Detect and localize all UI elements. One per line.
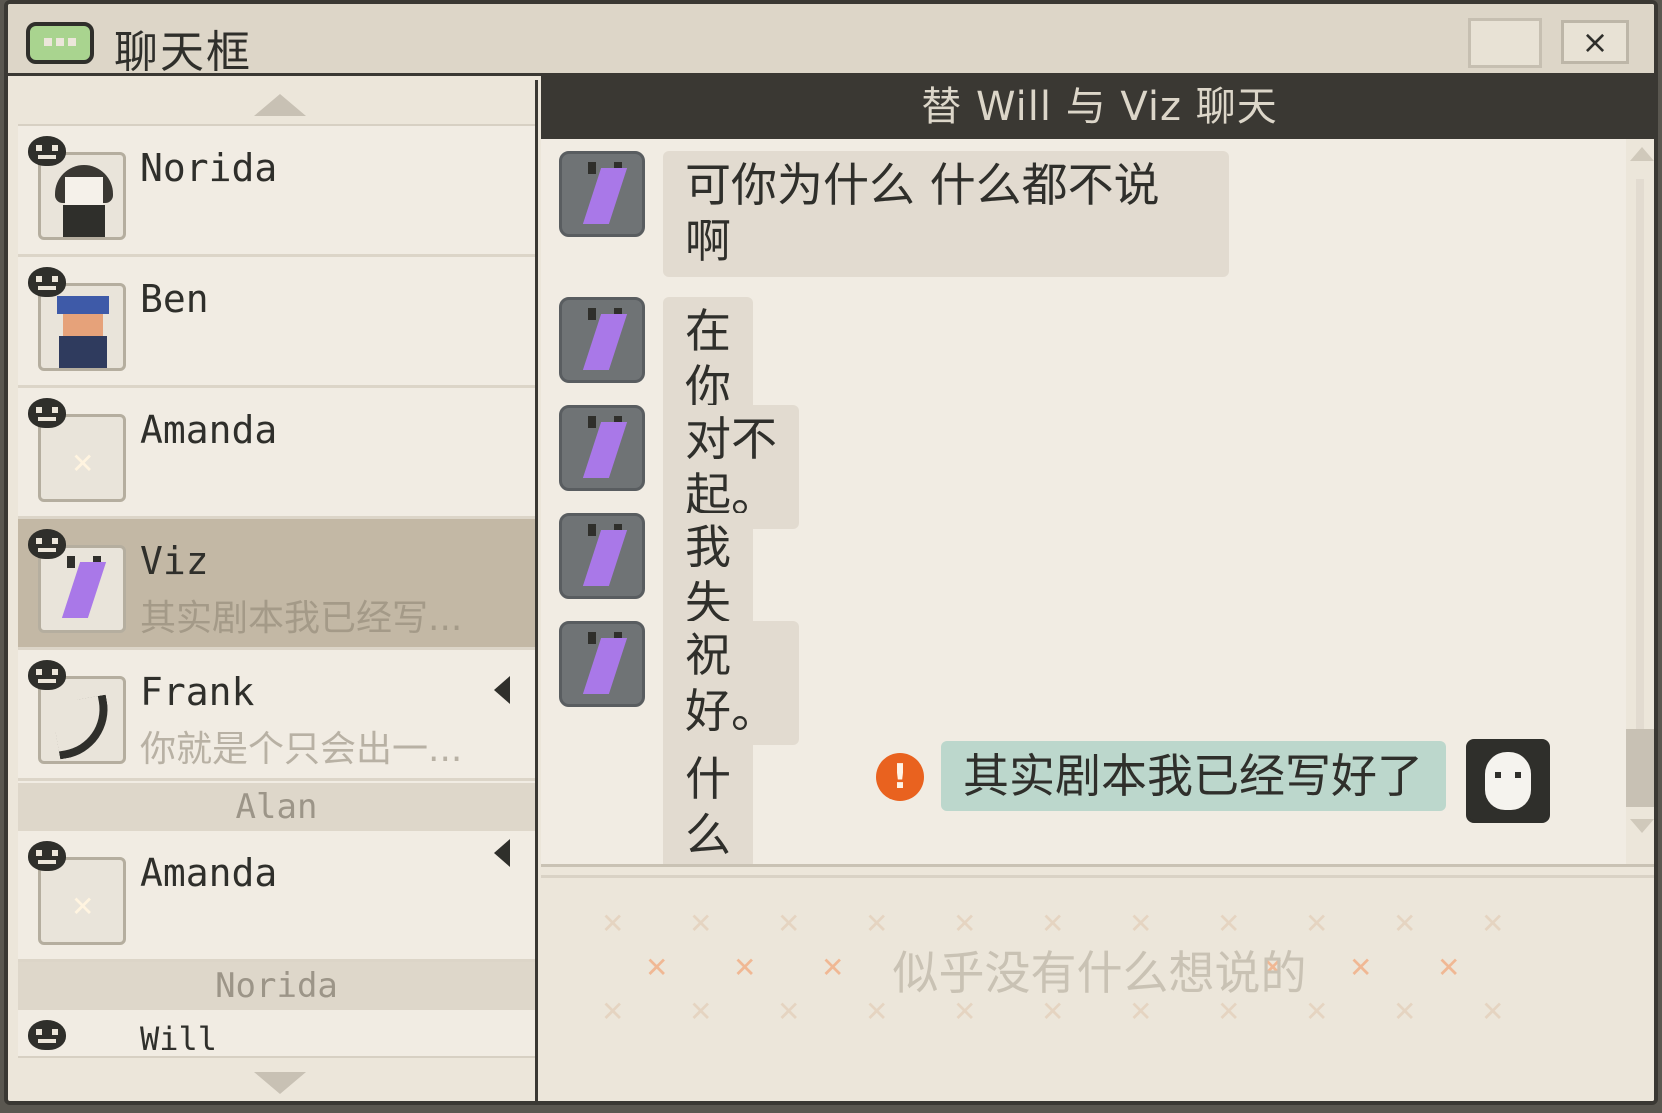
message-input-area[interactable]: ✕ ✕ ✕ ✕ ✕ ✕ ✕ ✕ ✕ ✕ ✕ ✕ ✕ ✕ ✕ ✕ ✕ ✕ ✕ ✕ ✕ ✕ ✕ ✕ ✕ ✕ ✕ ✕ 似乎没有什么想说的: [541, 864, 1654, 1101]
contact-item-amanda[interactable]: ✕ Amanda: [18, 388, 535, 519]
message-bubble: 对不起。: [663, 405, 799, 529]
maximize-button[interactable]: [1468, 18, 1542, 68]
unread-arrow-icon: [494, 676, 510, 704]
viz-avatar[interactable]: [559, 621, 645, 707]
contact-name: Amanda: [140, 851, 278, 895]
viz-avatar[interactable]: [559, 513, 645, 599]
contact-item-frank[interactable]: Frank 你就是个只会出一...: [18, 650, 535, 781]
message-bubble: 其实剧本我已经写好了: [941, 741, 1446, 811]
close-button[interactable]: ×: [1561, 20, 1629, 64]
group-header-alan: Alan: [18, 783, 535, 831]
contact-list: Norida Ben ✕ Amanda Viz 其实剧本我已经写... Fran…: [18, 80, 538, 1101]
chat-window: 聊天框 × Norida Ben ✕ Amanda Viz 其实剧本我已经写..…: [4, 0, 1658, 1105]
unread-arrow-icon: [494, 839, 510, 867]
will-avatar[interactable]: [1466, 739, 1550, 823]
viz-avatar[interactable]: [559, 151, 645, 237]
message-list: 可你为什么 什么都不说 啊 在你心里 我到底是什么 对不起。 我失态了: [541, 139, 1626, 869]
contact-name: Amanda: [140, 408, 278, 452]
emoji-status-icon: [28, 136, 66, 166]
window-title: 聊天框: [114, 27, 252, 78]
contact-name: Viz: [140, 539, 209, 583]
message-scrollbar[interactable]: [1626, 139, 1654, 864]
scrollbar-thumb[interactable]: [1626, 729, 1654, 807]
alert-icon[interactable]: !: [876, 753, 924, 801]
arrow-down-icon: [254, 1072, 306, 1094]
contact-item-norida[interactable]: Norida: [18, 126, 535, 257]
emoji-status-icon: [28, 529, 66, 559]
message-text-line2: 啊: [685, 214, 731, 268]
emoji-status-icon: [28, 660, 66, 690]
emoji-status-icon: [28, 267, 66, 297]
title-bar[interactable]: 聊天框 ×: [8, 4, 1654, 78]
message-bubble: 祝好。: [663, 621, 799, 745]
contact-item-will[interactable]: Will: [18, 1010, 535, 1056]
viz-avatar[interactable]: [559, 297, 645, 383]
close-icon: ×: [1581, 23, 1609, 61]
arrow-up-icon: [254, 94, 306, 116]
group-header-norida: Norida: [18, 962, 535, 1010]
arrow-up-icon[interactable]: [1630, 147, 1654, 161]
contact-name: Norida: [140, 146, 278, 190]
contact-item-amanda-alan[interactable]: ✕ Amanda: [18, 831, 535, 962]
scrollbar-track: [1636, 179, 1644, 739]
input-placeholder: 似乎没有什么想说的: [892, 946, 1307, 1000]
contact-name: Frank: [140, 670, 255, 714]
divider: [541, 875, 1654, 878]
contact-scroll-down-button[interactable]: [18, 1056, 535, 1101]
contact-preview: 其实剧本我已经写...: [140, 598, 463, 639]
message-bubble: 可你为什么 什么都不说 啊: [663, 151, 1229, 277]
emoji-status-icon: [28, 841, 66, 871]
contact-scroll-up-button[interactable]: [18, 80, 535, 126]
emoji-status-icon: [28, 1020, 66, 1050]
message-text: 可你为什么 什么都不说: [685, 158, 1160, 212]
emoji-status-icon: [28, 398, 66, 428]
chat-header: 替 Will 与 Viz 聊天: [541, 76, 1654, 139]
contact-name: Will: [140, 1020, 218, 1056]
contact-preview: 你就是个只会出一...: [140, 729, 463, 770]
chat-bubble-icon: [26, 22, 94, 64]
viz-avatar[interactable]: [559, 405, 645, 491]
contact-item-viz[interactable]: Viz 其实剧本我已经写...: [18, 519, 535, 650]
arrow-down-icon[interactable]: [1630, 819, 1654, 833]
contact-item-ben[interactable]: Ben: [18, 257, 535, 388]
contact-name: Ben: [140, 277, 209, 321]
